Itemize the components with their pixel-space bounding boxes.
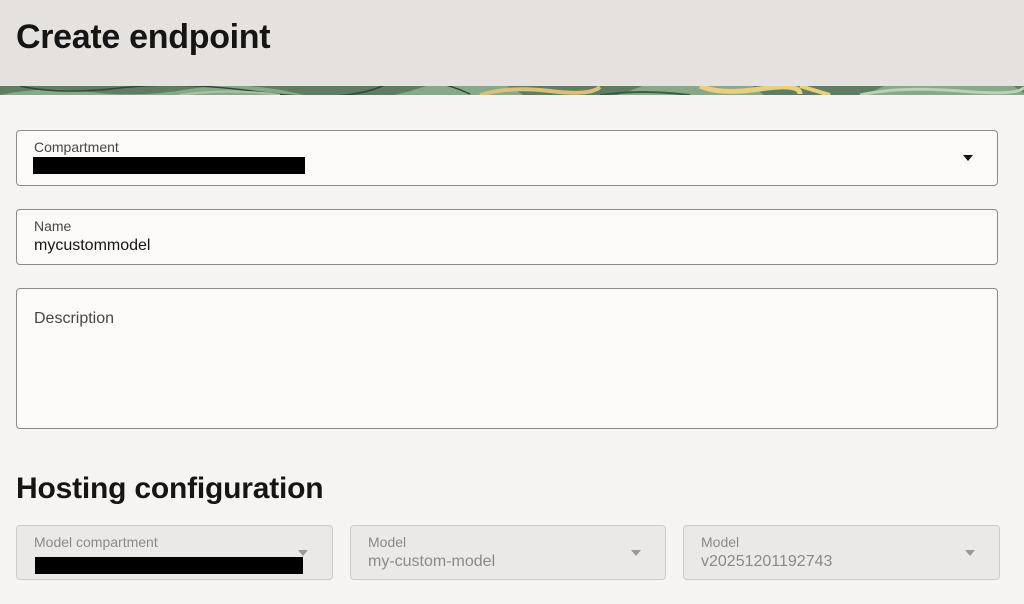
chevron-down-icon: [963, 155, 973, 161]
model-version-select[interactable]: Model v20251201192743: [683, 525, 1000, 580]
model-compartment-value-redacted: [35, 557, 303, 574]
chevron-down-icon: [298, 550, 308, 556]
chevron-down-icon: [965, 550, 975, 556]
name-value[interactable]: mycustommodel: [34, 237, 150, 255]
page-header: Create endpoint: [0, 0, 1024, 86]
model-label: Model: [368, 534, 407, 550]
model-version-label: Model: [701, 534, 740, 550]
model-value: my-custom-model: [368, 553, 496, 570]
decorative-banner: [0, 86, 1024, 95]
compartment-value-redacted: [33, 157, 305, 174]
model-version-value: v20251201192743: [701, 553, 833, 570]
hosting-configuration-title: Hosting configuration: [16, 472, 324, 505]
page-title: Create endpoint: [16, 18, 271, 56]
name-field[interactable]: Name mycustommodel: [16, 209, 998, 265]
model-compartment-label: Model compartment: [34, 534, 158, 550]
compartment-label: Compartment: [34, 139, 119, 155]
compartment-select[interactable]: Compartment: [16, 130, 998, 186]
description-label: Description: [34, 310, 115, 327]
name-label: Name: [34, 218, 72, 234]
chevron-down-icon: [631, 550, 641, 556]
model-select[interactable]: Model my-custom-model: [350, 525, 666, 580]
description-field[interactable]: Description: [16, 288, 998, 429]
model-compartment-select[interactable]: Model compartment: [16, 525, 333, 580]
